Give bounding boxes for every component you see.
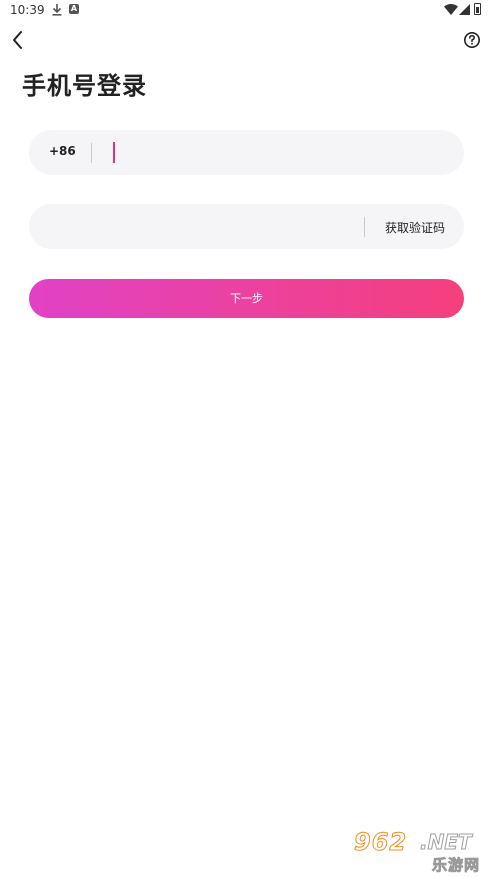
wifi-icon [444,4,458,15]
download-icon [52,4,62,16]
next-button[interactable]: 下一步 [29,279,464,318]
phone-field[interactable]: +86 [29,130,464,175]
watermark-subtitle: 乐游网 [432,856,481,875]
signal-icon [459,4,470,15]
country-code-selector[interactable]: +86 [49,144,76,158]
question-circle-icon [464,32,480,48]
app-notification-icon: A [69,4,79,14]
phone-input[interactable] [103,140,447,167]
battery-icon [474,3,481,15]
page-title: 手机号登录 [22,72,147,100]
watermark-domain: .NET [420,830,473,855]
divider [91,143,92,163]
watermark-number: 962 [353,828,408,857]
verification-code-field[interactable]: 获取验证码 [29,204,464,249]
back-button[interactable] [6,28,30,52]
chevron-left-icon [13,31,22,49]
get-code-button[interactable]: 获取验证码 [385,219,445,236]
status-bar: 10:39 A [0,0,493,22]
divider [364,217,365,237]
verification-code-input[interactable] [49,214,353,241]
status-time: 10:39 [10,3,45,17]
watermark-logo: 962 .NET 乐游网 [353,828,488,875]
help-button[interactable] [463,31,481,49]
